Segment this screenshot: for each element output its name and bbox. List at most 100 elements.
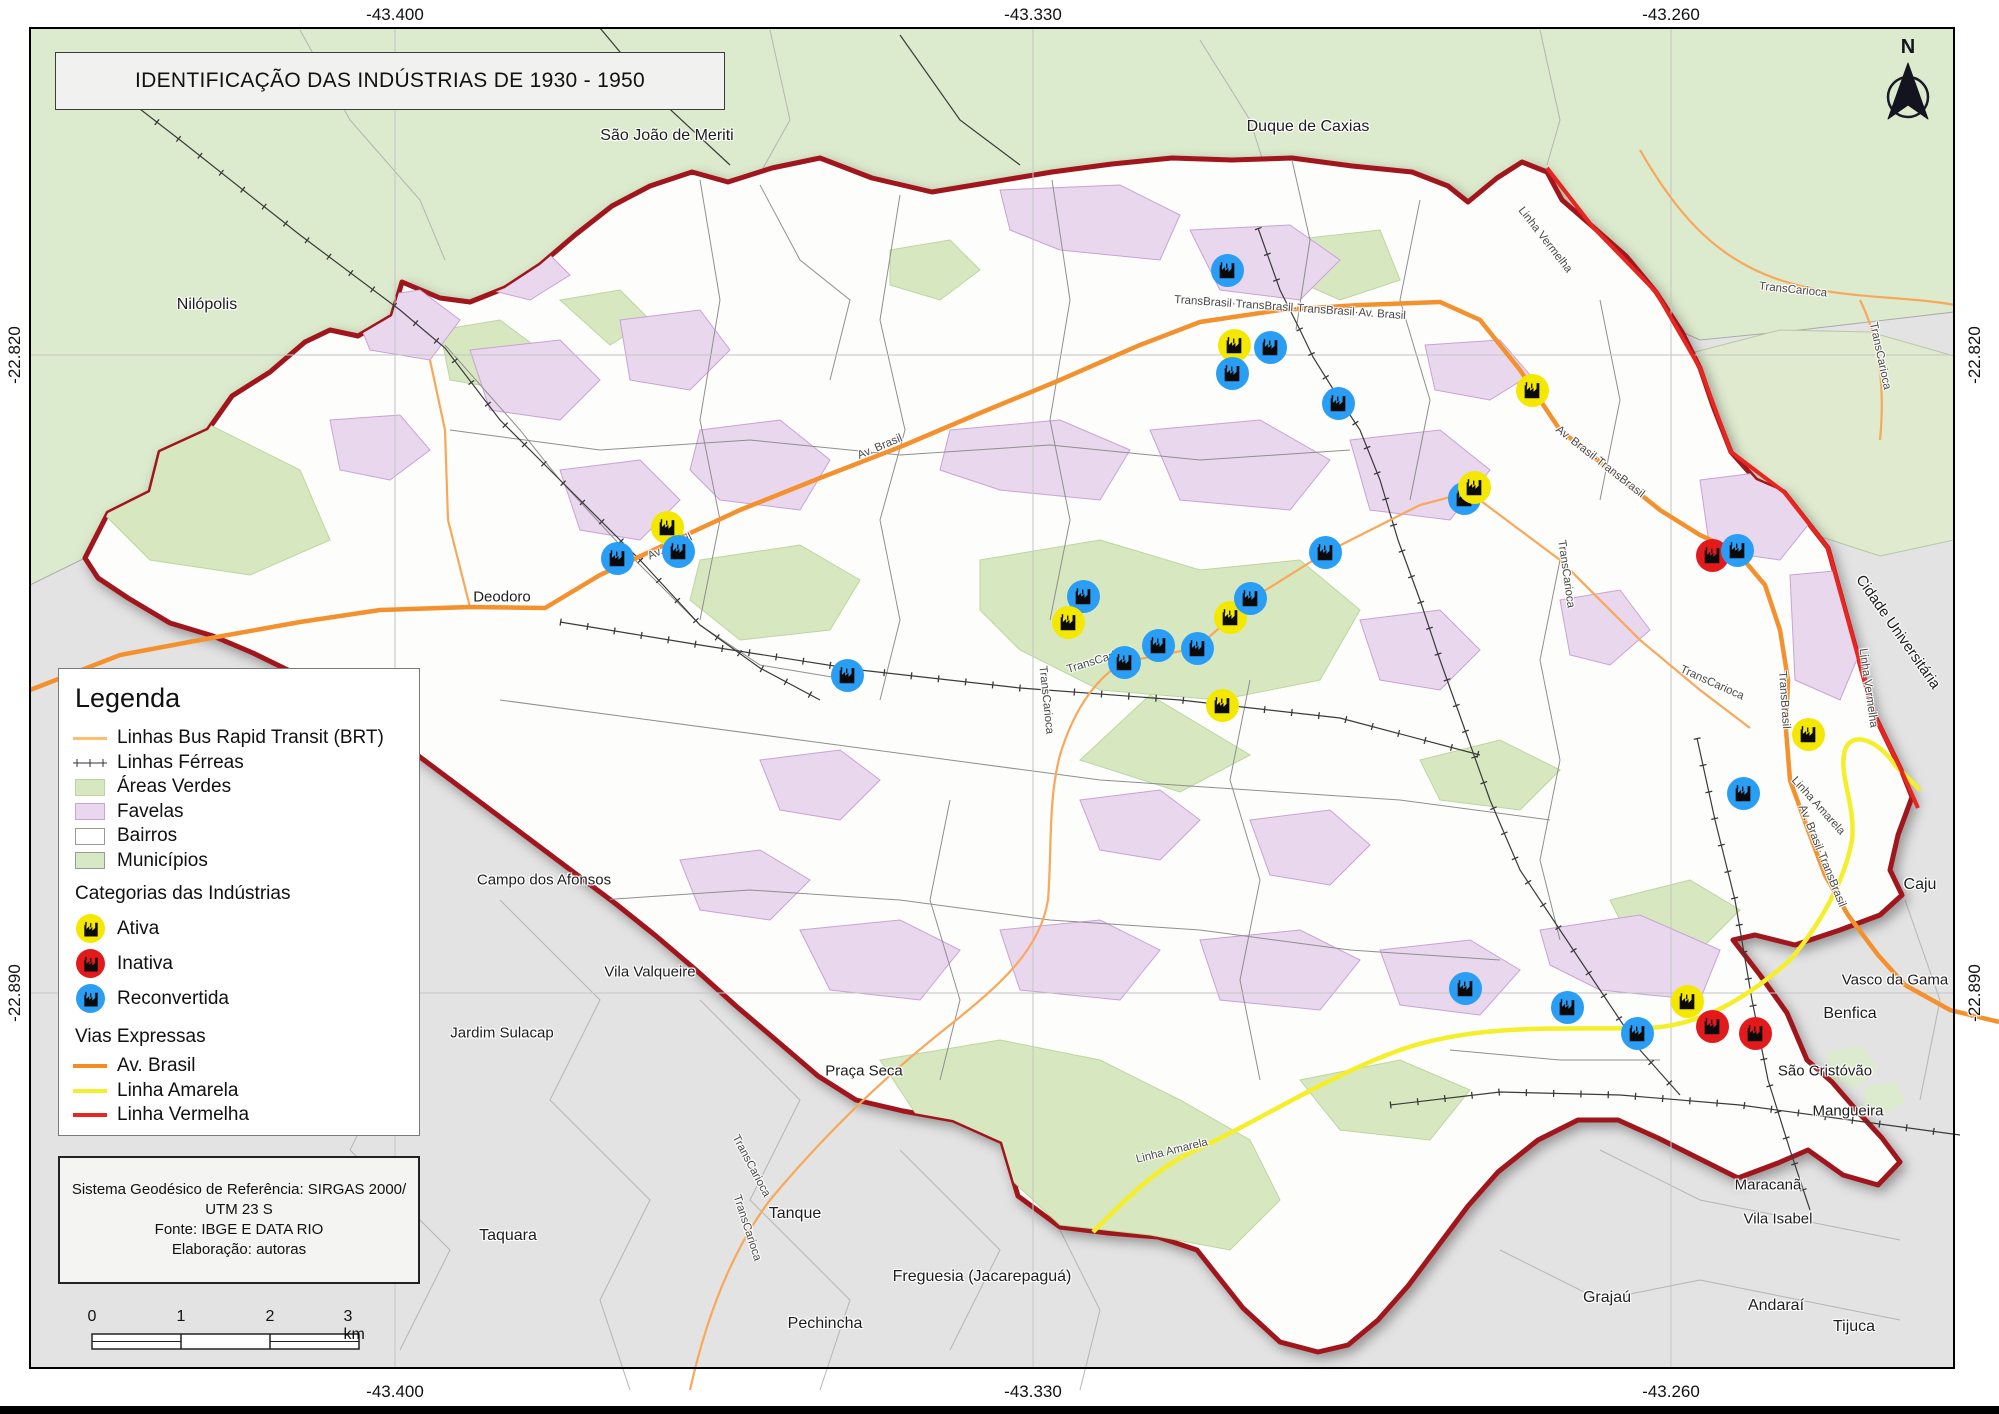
north-label: N [1878, 36, 1938, 59]
legend-item-reconvertida: Reconvertida [73, 981, 405, 1016]
factory-icon [1327, 392, 1349, 414]
road-label: Linha Vermelha [1516, 205, 1575, 275]
factory-icon [81, 954, 101, 974]
road-label: TransCarioca [1867, 321, 1893, 391]
factory-icon [1072, 585, 1094, 607]
industry-marker-reconvertida [1721, 534, 1754, 567]
factory-icon [667, 540, 689, 562]
graticule-label-left: -22.820 [5, 326, 25, 384]
road-label: TransCarioca [730, 1133, 773, 1199]
graticule-label-right: -22.820 [1965, 326, 1985, 384]
place-label: Grajaú [1583, 1289, 1631, 1307]
info-line: Elaboração: autoras [172, 1240, 306, 1260]
legend-item-ativa: Ativa [73, 911, 405, 946]
map-title: IDENTIFICAÇÃO DAS INDÚSTRIAS DE 1930 - 1… [135, 69, 645, 93]
scale-label: 0 [88, 1308, 97, 1326]
industry-marker-reconvertida [1108, 646, 1141, 679]
industry-marker-inativa [1696, 1010, 1729, 1043]
industry-marker-ativa [1516, 374, 1549, 407]
factory-icon [1521, 379, 1543, 401]
favelas-swatch [73, 803, 107, 820]
industry-marker-reconvertida [1254, 331, 1287, 364]
info-line: Sistema Geodésico de Referência: SIRGAS … [72, 1180, 406, 1200]
factory-icon [1113, 651, 1135, 673]
place-label: Jardim Sulacap [450, 1025, 553, 1042]
industry-marker-ativa [1052, 606, 1085, 639]
legend-item-bairros: Bairros [73, 824, 405, 849]
legend-item-brt: Linhas Bus Rapid Transit (BRT) [73, 726, 405, 751]
factory-icon [1057, 611, 1079, 633]
industry-marker-ativa [1206, 689, 1239, 722]
legend-item-municipios: Municípios [73, 849, 405, 874]
place-label: Campo dos Afonsos [477, 872, 611, 889]
industry-marker-reconvertida [1309, 536, 1342, 569]
legend-box: Legenda Linhas Bus Rapid Transit (BRT) L… [58, 668, 420, 1136]
industry-marker-reconvertida [1551, 991, 1584, 1024]
legend-item-av-brasil: Av. Brasil [73, 1054, 405, 1079]
north-arrow: N [1878, 36, 1938, 128]
legend-item-linha-amarela: Linha Amarela [73, 1079, 405, 1104]
factory-icon [1221, 362, 1243, 384]
road-label: TransCarioca [1678, 664, 1746, 703]
place-label: Freguesia (Jacarepaguá) [893, 1268, 1072, 1286]
bottom-border [0, 1406, 1999, 1414]
info-line: UTM 23 S [205, 1200, 273, 1220]
place-label: Vila Isabel [1744, 1211, 1813, 1228]
legend-section-industries: Categorias das Indústrias [75, 883, 405, 905]
north-arrow-icon [1878, 59, 1938, 129]
factory-icon [1259, 336, 1281, 358]
graticule-label-top: -43.260 [1642, 5, 1700, 25]
scale-label: 2 [266, 1308, 275, 1326]
industry-marker-ativa [1458, 471, 1491, 504]
road-label: TransCarioca [1036, 665, 1055, 734]
industry-marker-reconvertida [1181, 632, 1214, 665]
scale-bar-graphic [60, 1330, 390, 1354]
place-label: Benfica [1823, 1005, 1876, 1023]
scale-label: 1 [177, 1308, 186, 1326]
factory-icon [1314, 541, 1336, 563]
graticule-label-left: -22.890 [5, 964, 25, 1022]
place-label: Maracanã [1735, 1177, 1802, 1194]
factory-icon [1463, 476, 1485, 498]
factory-icon [1239, 587, 1261, 609]
legend-item-favelas: Favelas [73, 800, 405, 825]
graticule-label-right: -22.890 [1965, 964, 1985, 1022]
industry-marker-reconvertida [1449, 972, 1482, 1005]
scale-bar-labels: 0123 km [60, 1308, 390, 1330]
reconvertida-marker-icon [76, 984, 105, 1013]
legend-item-inativa: Inativa [73, 946, 405, 981]
factory-icon [81, 989, 101, 1009]
road-label: TransCarioca [731, 1194, 764, 1263]
inativa-marker-icon [76, 949, 105, 978]
areas-verdes-swatch [73, 779, 107, 796]
industry-marker-reconvertida [1322, 387, 1355, 420]
place-label: Praça Seca [825, 1063, 903, 1080]
linha-amarela-swatch [73, 1089, 107, 1093]
road-label: Linha Amarela [1135, 1136, 1209, 1165]
map-title-box: IDENTIFICAÇÃO DAS INDÚSTRIAS DE 1930 - 1… [55, 52, 725, 110]
industry-marker-reconvertida [1234, 582, 1267, 615]
legend-item-areas-verdes: Áreas Verdes [73, 775, 405, 800]
place-label: Caju [1904, 876, 1937, 894]
factory-icon [606, 547, 628, 569]
industry-marker-inativa [1739, 1017, 1772, 1050]
road-label: Av. Brasil [856, 432, 904, 462]
industry-marker-reconvertida [831, 659, 864, 692]
factory-icon [1726, 539, 1748, 561]
legend-title: Legenda [75, 683, 405, 714]
place-label: Vasco da Gama [1842, 972, 1948, 989]
industry-marker-reconvertida [662, 535, 695, 568]
linha-vermelha-swatch [73, 1113, 107, 1117]
graticule-label-bottom: -43.260 [1642, 1382, 1700, 1402]
industry-marker-reconvertida [601, 542, 634, 575]
place-label: Andaraí [1748, 1297, 1804, 1315]
factory-icon [1454, 977, 1476, 999]
industry-marker-reconvertida [1216, 357, 1249, 390]
place-label: Taquara [479, 1227, 537, 1245]
factory-icon [81, 919, 101, 939]
industry-marker-ativa [1671, 985, 1704, 1018]
legend-item-linha-vermelha: Linha Vermelha [73, 1103, 405, 1128]
place-label: Duque de Caxias [1247, 118, 1370, 136]
factory-icon [1216, 259, 1238, 281]
place-label: Tijuca [1833, 1318, 1875, 1336]
